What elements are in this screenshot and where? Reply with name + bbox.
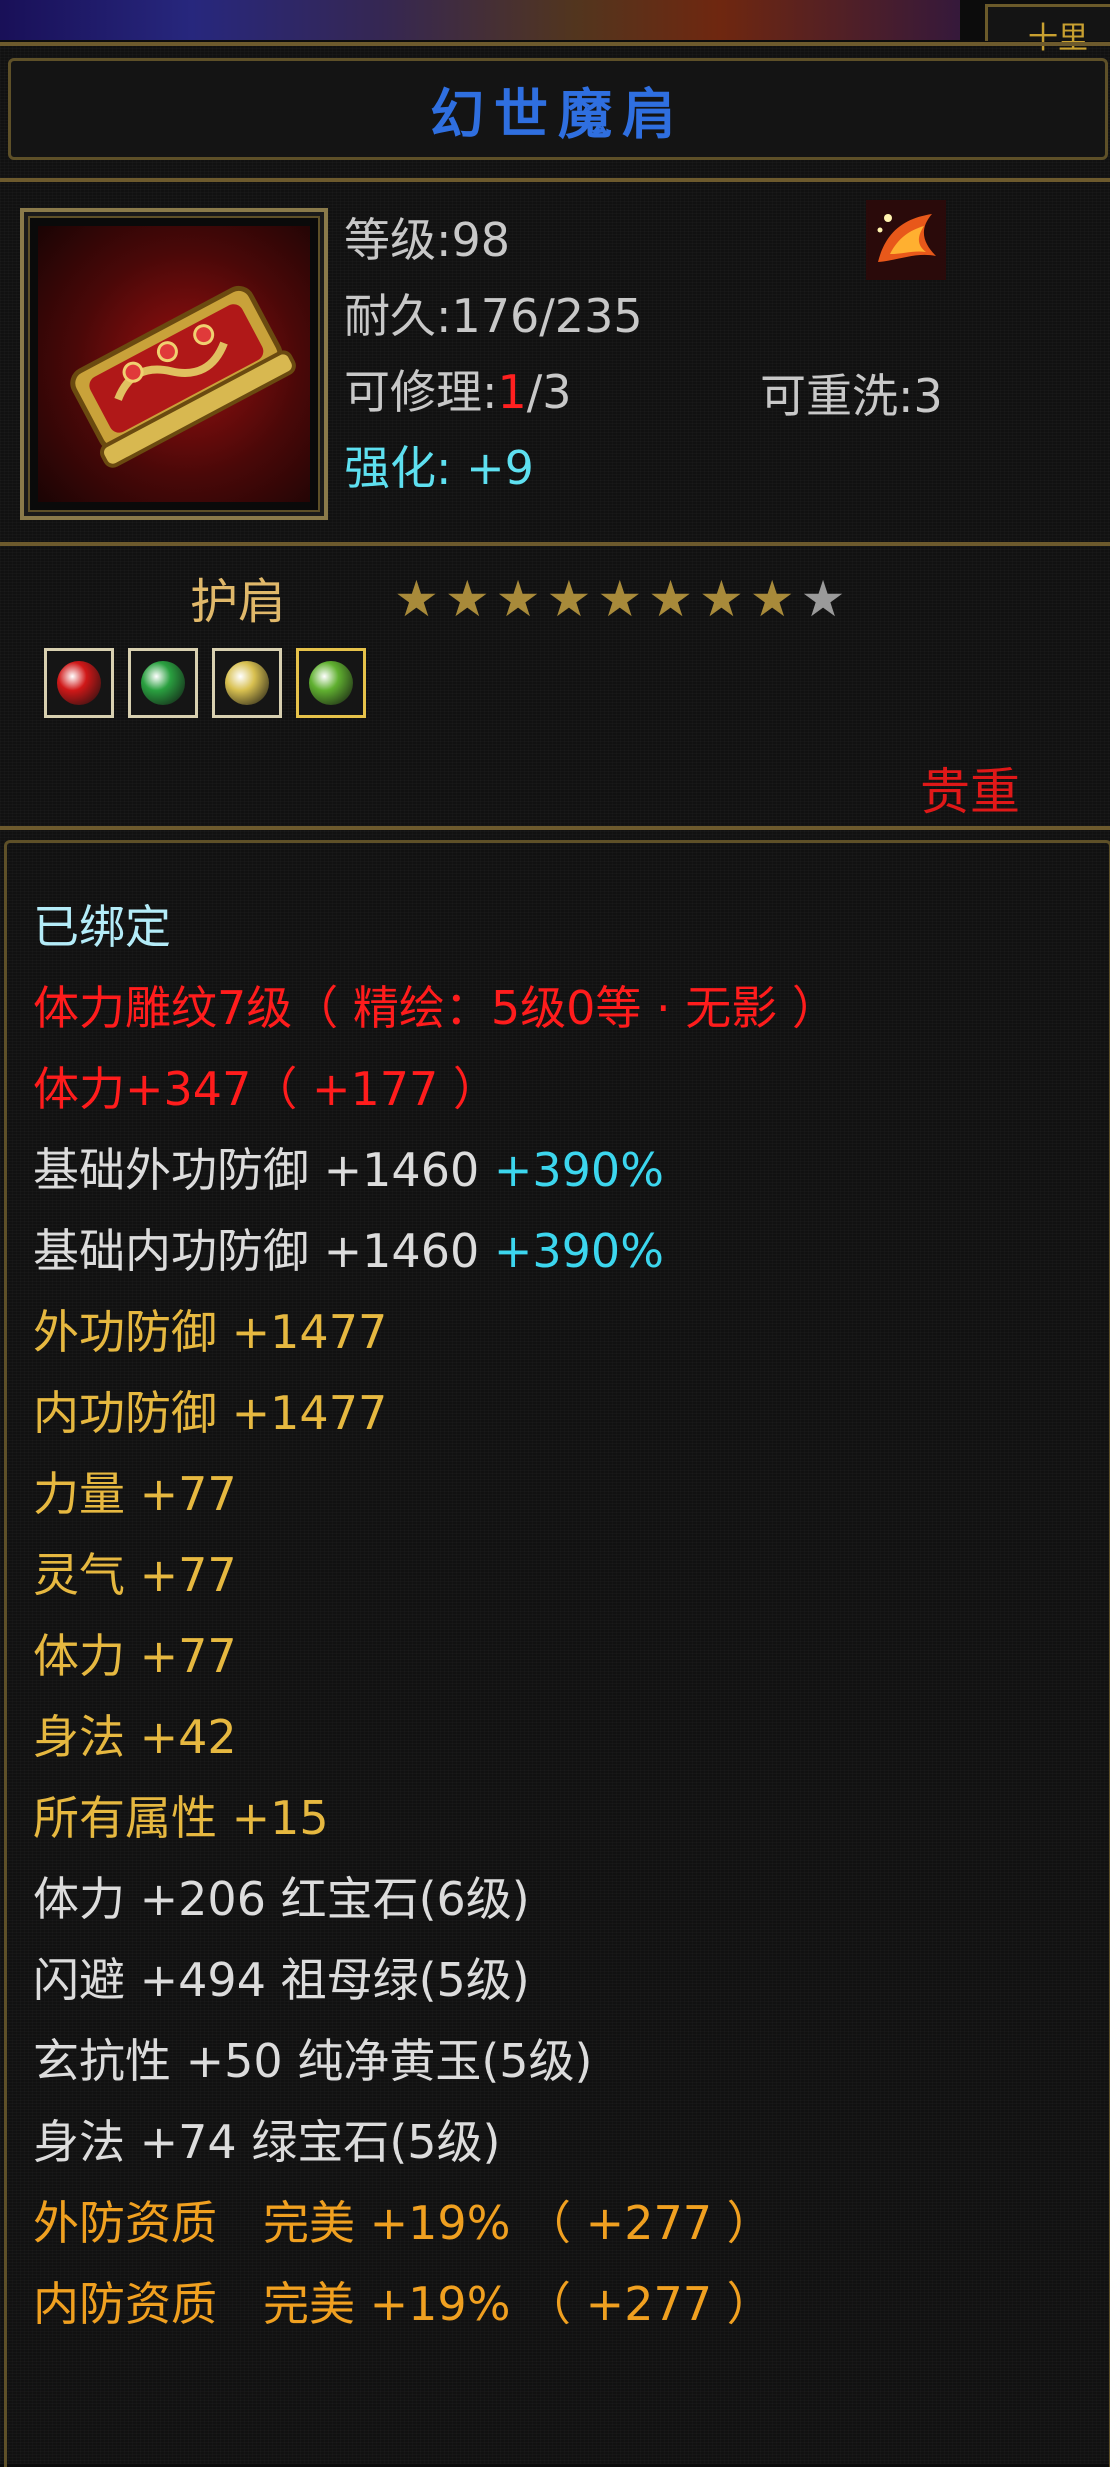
red-gem-icon <box>57 661 101 705</box>
yellow-gem-icon <box>225 661 269 705</box>
item-title: 幻世魔肩 <box>430 82 686 146</box>
gem-dodge-line: 闪避 +494 祖母绿(5级) <box>33 1953 530 2007</box>
item-durability: 耐久:176/235 <box>344 289 643 343</box>
stamina-line: 体力 +77 <box>33 1629 237 1683</box>
star-filled-icon: ★ <box>648 570 693 628</box>
star-filled-icon: ★ <box>394 570 439 628</box>
item-icon-frame <box>20 208 328 520</box>
spirit-line: 灵气 +77 <box>33 1548 237 1602</box>
item-title-bar: 幻世魔肩 <box>8 58 1108 160</box>
equip-slot-label: 护肩 <box>190 574 287 630</box>
engrave-line: 体力雕纹7级（ 精绘：5级0等 · 无影 ） <box>33 981 838 1035</box>
divider <box>0 826 1110 830</box>
star-filled-icon: ★ <box>597 570 643 628</box>
banner-side-tab[interactable]: 十里 <box>985 4 1110 56</box>
repair-prefix: 可修理: <box>344 365 498 419</box>
gem-socket[interactable] <box>128 648 198 718</box>
strength-line: 力量 +77 <box>33 1467 237 1521</box>
base-ext-def-value: 基础外功防御 +1460 <box>33 1143 480 1197</box>
banner-side-tab-label: 十里 <box>1028 21 1088 56</box>
gem-socket[interactable] <box>296 648 366 718</box>
star-filled-icon: ★ <box>546 570 592 628</box>
star-filled-icon: ★ <box>495 570 541 628</box>
agility-line: 身法 +42 <box>33 1710 237 1764</box>
emerald-gem-icon <box>309 661 353 705</box>
ext-def-line: 外功防御 +1477 <box>33 1305 388 1359</box>
repair-total: /3 <box>526 365 572 419</box>
all-attr-line: 所有属性 +15 <box>33 1791 329 1845</box>
divider <box>0 178 1110 182</box>
base-ext-def-line: 基础外功防御 +1460 +390% <box>33 1134 664 1200</box>
ext-quality-line: 外防资质 完美 +19% （ +277 ） <box>33 2196 773 2250</box>
int-def-line: 内功防御 +1477 <box>33 1386 388 1440</box>
golden-pauldron-icon <box>70 285 296 468</box>
base-ext-def-pct: +390% <box>493 1143 664 1197</box>
gem-stamina-line: 体力 +206 红宝石(6级) <box>33 1872 530 1926</box>
star-rating: ★ ★ ★ ★ ★ ★ ★ ★ ★ <box>394 574 845 624</box>
quality-label: 贵重 <box>920 763 1020 821</box>
stamina-main-line: 体力+347（ +177 ） <box>33 1062 499 1116</box>
star-filled-icon: ★ <box>749 570 795 628</box>
green-gem-icon <box>141 661 185 705</box>
item-level: 等级:98 <box>344 213 511 267</box>
star-filled-icon: ★ <box>444 570 490 628</box>
base-int-def-pct: +390% <box>493 1224 664 1278</box>
attributes-panel: 已绑定 体力雕纹7级（ 精绘：5级0等 · 无影 ） 体力+347（ +177 … <box>4 840 1110 2467</box>
gem-sockets <box>44 648 366 718</box>
base-int-def-value: 基础内功防御 +1460 <box>33 1224 480 1278</box>
divider <box>0 542 1110 546</box>
gem-resist-line: 玄抗性 +50 纯净黄玉(5级) <box>33 2034 593 2088</box>
top-banner: 十里 <box>0 0 1110 56</box>
star-empty-icon: ★ <box>800 570 846 628</box>
bound-status: 已绑定 <box>33 900 171 954</box>
star-filled-icon: ★ <box>698 570 744 628</box>
phoenix-badge-icon <box>866 200 946 280</box>
item-repair: 可修理:1/3 <box>344 356 572 422</box>
banner-art <box>0 0 960 40</box>
repair-current: 1 <box>497 365 527 419</box>
item-enhance: 强化: +9 <box>344 441 534 495</box>
divider <box>0 42 1110 46</box>
gem-socket[interactable] <box>212 648 282 718</box>
gem-agility-line: 身法 +74 绿宝石(5级) <box>33 2115 501 2169</box>
base-int-def-line: 基础内功防御 +1460 +390% <box>33 1215 664 1281</box>
item-rewash: 可重洗:3 <box>760 369 943 423</box>
gem-socket[interactable] <box>44 648 114 718</box>
int-quality-line: 内防资质 完美 +19% （ +277 ） <box>33 2277 773 2331</box>
